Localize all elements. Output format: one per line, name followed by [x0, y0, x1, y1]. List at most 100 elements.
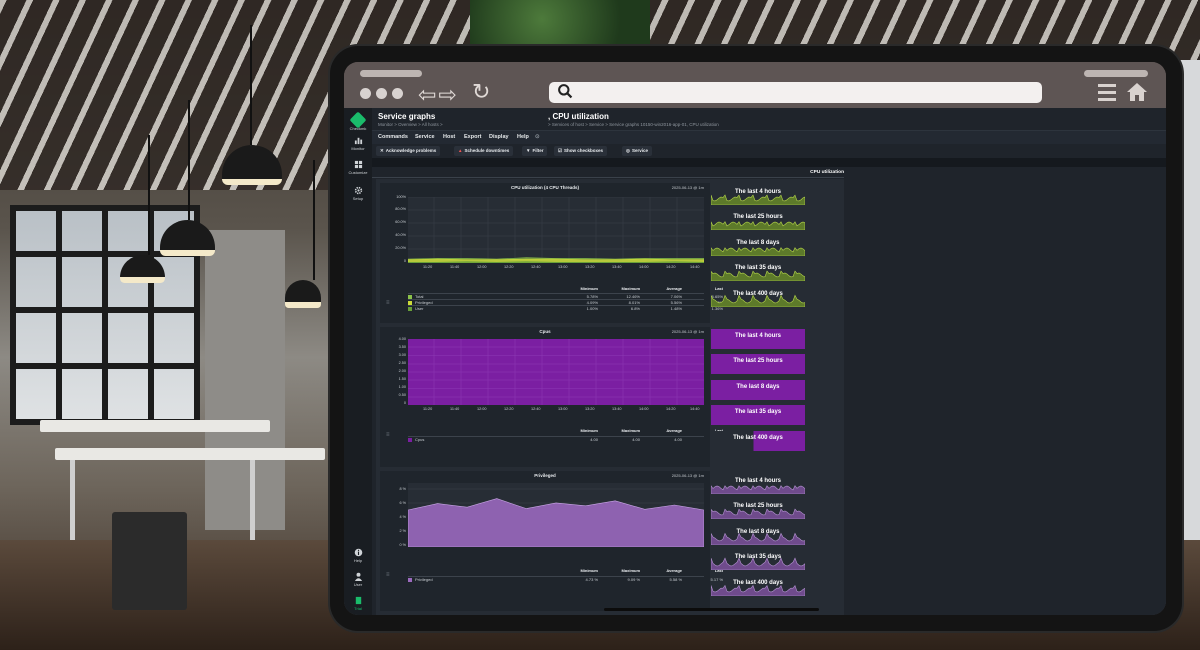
thumb-8-days[interactable]: The last 8 days — [711, 236, 805, 256]
nav-customize[interactable]: Customize — [344, 160, 372, 175]
thumb-label: The last 8 days — [736, 529, 780, 535]
privileged-graph[interactable]: Privileged 2025-06-13 @ 1m 8 % 6 % 4 % 2… — [380, 471, 723, 611]
thumb-4-hours[interactable]: The last 4 hours — [711, 185, 805, 205]
filter-button[interactable]: ▼ Filter — [522, 146, 548, 156]
gear-icon — [354, 186, 362, 195]
monitor-icon — [354, 137, 362, 145]
window-dot-icon[interactable] — [376, 88, 387, 99]
nav-setup[interactable]: Setup — [344, 186, 372, 201]
legend-min: 4.00 — [590, 437, 598, 442]
sparkline-path — [711, 194, 805, 205]
legend-name: Cpus — [415, 437, 425, 442]
schedule-downtimes-button[interactable]: ▲ Schedule downtimes — [454, 146, 514, 156]
left-navigation: Checkmk Monitor Customize Setup Help Use… — [344, 108, 372, 615]
cpu-utilization-graph[interactable]: CPU utilization (4 CPU Threads) 2025-06-… — [380, 183, 723, 323]
legend-header: Minimum Maximum Average Last — [408, 428, 723, 434]
browser-tab-right[interactable] — [1084, 70, 1148, 77]
legend-swatch — [408, 306, 412, 311]
x-tick-label: 12:40 — [531, 407, 541, 411]
thumb-35-days[interactable]: The last 35 days — [711, 550, 805, 570]
thumb-400-days[interactable]: The last 400 days — [711, 431, 805, 451]
y-tick-label: 0.50 — [398, 393, 406, 397]
privileged-plot — [408, 483, 704, 547]
thumb-25-hours[interactable]: The last 25 hours — [711, 210, 805, 230]
breadcrumb[interactable]: Monitor > Overview > All hosts > — [378, 122, 443, 127]
x-tick-label: 11:40 — [450, 265, 460, 269]
legend-min-header: Minimum — [580, 428, 598, 433]
menu-toggle-icon[interactable]: ⊙ — [535, 134, 540, 140]
thumb-8-days[interactable]: The last 8 days — [711, 525, 805, 545]
graph-title: CPU utilization (4 CPU Threads) — [510, 185, 579, 190]
nav-monitor[interactable]: Monitor — [344, 136, 372, 151]
service-label: Service — [631, 148, 648, 153]
thumb-label: The last 400 days — [733, 435, 783, 441]
thumb-400-days[interactable]: The last 400 days — [711, 576, 805, 596]
section-title-text: CPU utilization — [810, 170, 844, 175]
legend-avg: 5.58 % — [669, 577, 682, 582]
thumb-label: The last 25 hours — [733, 358, 783, 364]
nav-trial[interactable]: Trial — [344, 596, 372, 611]
legend-max: 9.09 % — [627, 577, 640, 582]
service-icon: ◎ — [626, 148, 630, 153]
acknowledge-button[interactable]: ✕ Acknowledge problems — [376, 146, 441, 156]
y-tick-label: 100% — [396, 195, 406, 199]
drag-handle-icon[interactable]: ≡ — [386, 300, 390, 306]
menu-commands[interactable]: Commands — [378, 134, 408, 140]
window-dot-icon[interactable] — [360, 88, 371, 99]
thumb-4-hours[interactable]: The last 4 hours — [711, 329, 805, 349]
thumb-25-hours[interactable]: The last 25 hours — [711, 354, 805, 374]
pendant-lamp — [285, 160, 321, 308]
thumb-8-days[interactable]: The last 8 days — [711, 380, 805, 400]
sparkline-path — [711, 584, 805, 596]
legend-avg-header: Average — [666, 428, 682, 433]
window-dot-icon[interactable] — [392, 88, 403, 99]
nav-user[interactable]: User — [344, 572, 372, 587]
drag-handle-icon[interactable]: ≡ — [386, 432, 390, 438]
back-forward-icon[interactable]: ⇦⇨ — [418, 82, 459, 108]
x-tick-label: 14:20 — [666, 265, 676, 269]
page-title: Service graphs , CPU utilization — [378, 112, 609, 121]
menu-help[interactable]: Help — [517, 134, 529, 140]
x-tick-label: 12:00 — [477, 265, 487, 269]
cpus-graph[interactable]: Cpus 2025-06-13 @ 1m 4.00 3.50 3.00 2.50… — [380, 327, 723, 467]
thumb-35-days[interactable]: The last 35 days — [711, 261, 805, 281]
horizontal-scrollbar[interactable] — [604, 608, 819, 611]
legend-row: Privileged 4.73 % 9.09 % 5.58 % 5.17 % — [408, 576, 723, 582]
hamburger-menu-icon[interactable] — [1098, 84, 1116, 105]
sparkline-path — [711, 247, 805, 256]
address-bar[interactable] — [549, 82, 1042, 103]
checkmk-logo[interactable]: Checkmk — [344, 111, 372, 131]
sparkline-path — [711, 508, 805, 519]
thumb-400-days[interactable]: The last 400 days — [711, 287, 805, 307]
legend-series: Privileged — [408, 577, 433, 582]
reload-icon[interactable]: ↻ — [472, 79, 490, 105]
thumb-4-hours[interactable]: The last 4 hours — [711, 474, 805, 494]
cpu-utilization-plot — [408, 197, 704, 263]
home-icon[interactable] — [1126, 82, 1148, 102]
breadcrumb-service[interactable]: > Services of host > Service > Service g… — [548, 122, 719, 127]
checkboxes-label: Show checkboxes — [564, 148, 604, 153]
x-tick-label: 12:20 — [504, 265, 514, 269]
nav-help[interactable]: Help — [344, 548, 372, 563]
thumb-35-days[interactable]: The last 35 days — [711, 405, 805, 425]
thumb-25-hours[interactable]: The last 25 hours — [711, 499, 805, 519]
sparkline-path — [711, 294, 805, 307]
legend-min: 4.73 % — [585, 577, 598, 582]
checkmk-app: Checkmk Monitor Customize Setup Help Use… — [344, 108, 1166, 615]
thumb-sparkline — [711, 194, 805, 205]
menu-export[interactable]: Export — [464, 134, 481, 140]
filter-label: Filter — [532, 148, 544, 153]
graph-date: 2025-06-13 @ 1m — [671, 473, 704, 478]
menu-display[interactable]: Display — [489, 134, 509, 140]
menu-host[interactable]: Host — [443, 134, 455, 140]
x-tick-label: 13:40 — [612, 265, 622, 269]
grid-icon — [354, 160, 362, 169]
legend-row: Total 5.78% 12.46% 7.06% 6.65% — [408, 293, 723, 299]
show-checkboxes-button[interactable]: ☑ Show checkboxes — [554, 146, 608, 156]
browser-tab[interactable] — [360, 70, 422, 77]
drag-handle-icon[interactable]: ≡ — [386, 572, 390, 578]
y-tick-label: 2 % — [399, 529, 406, 533]
menu-service[interactable]: Service — [415, 134, 435, 140]
service-button[interactable]: ◎ Service — [622, 146, 652, 156]
checkbox-icon: ☑ — [558, 148, 563, 153]
